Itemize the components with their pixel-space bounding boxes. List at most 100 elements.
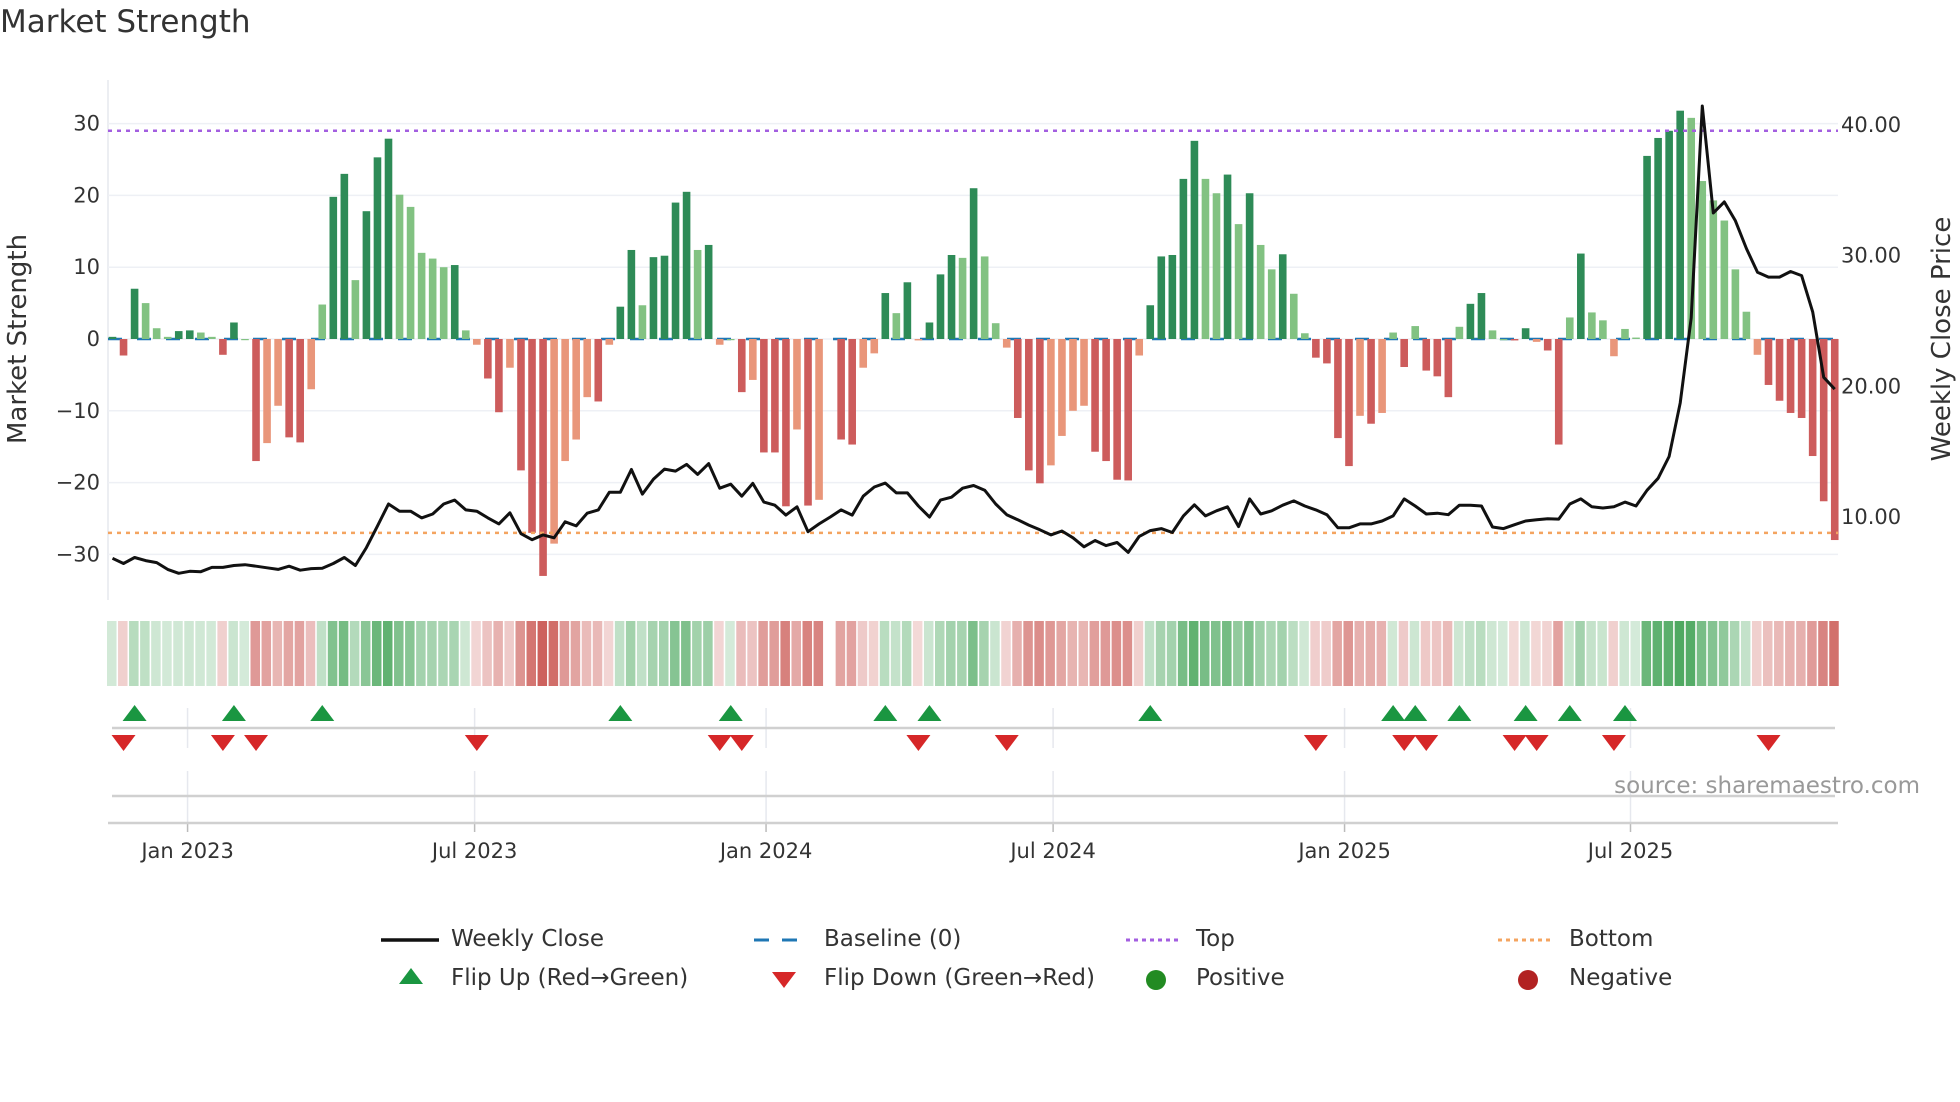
strength-bar (980, 256, 989, 339)
strength-bar (1444, 339, 1453, 398)
strength-bar (1621, 328, 1629, 339)
strength-strip-cell (1155, 621, 1166, 686)
strength-bar (638, 305, 647, 339)
strength-strip-cell (1707, 621, 1718, 686)
strength-bar (252, 339, 260, 462)
strength-bar (881, 293, 890, 339)
strength-bar (859, 339, 868, 368)
strength-strip-cell (1211, 621, 1221, 686)
flip-up-marker (1381, 705, 1406, 721)
strength-bar (506, 339, 514, 368)
strength-bar (704, 244, 713, 339)
strength-strip-cell (1531, 621, 1541, 686)
strength-strip-cell (1177, 621, 1188, 686)
strength-bar (274, 339, 282, 406)
flip-down-marker (1303, 735, 1328, 751)
strength-bar (749, 339, 757, 380)
strength-bar (406, 206, 415, 339)
strength-strip-cell (239, 621, 249, 686)
strength-strip-cell (217, 621, 227, 686)
strength-bar (119, 339, 128, 356)
strength-strip-cell (670, 621, 680, 686)
strength-bar (1610, 339, 1618, 357)
strength-bar (1554, 339, 1563, 445)
strength-bar (1565, 317, 1574, 339)
x-tick-label: Jul 2025 (1586, 839, 1673, 863)
strength-strip-cell (1398, 621, 1409, 686)
strength-bar (1256, 244, 1265, 339)
strength-bar (1113, 339, 1121, 480)
strength-bar (1168, 254, 1177, 339)
strength-bar (517, 339, 525, 471)
strength-strip-cell (1266, 621, 1276, 686)
flip-up-marker (1403, 705, 1428, 721)
strength-bar (1378, 339, 1386, 413)
strength-strip-cell (1343, 621, 1353, 686)
strength-strip-cell (1652, 621, 1663, 686)
strength-bar (428, 258, 437, 339)
strength-strip-cell (1001, 621, 1011, 686)
strength-strip-cell (416, 621, 426, 686)
right-axis-title: Weekly Close Price (1927, 217, 1957, 462)
strength-strip-cell (1575, 621, 1585, 686)
flip-down-marker (111, 735, 136, 751)
strength-bar (660, 255, 669, 339)
strength-strip-cell (1464, 621, 1475, 686)
strength-strip-cell (206, 621, 216, 686)
strength-strip-cell (725, 621, 735, 686)
market-strength-chart: 30 20 10 0 −10 −20 −30 40.00 30.00 20.00 10.00 Mark… (3, 80, 1957, 863)
strength-bar (1190, 140, 1199, 339)
strength-bar (340, 173, 349, 339)
strength-bar (583, 339, 592, 398)
strength-strip-cell (1520, 621, 1530, 686)
flip-up-marker (1513, 705, 1538, 721)
right-axis-tick-label: 20.00 (1841, 374, 1901, 398)
flip-down-marker (906, 735, 931, 751)
strength-bar (693, 249, 702, 339)
left-axis-tick-label: −10 (56, 399, 100, 423)
strength-bar (1356, 339, 1364, 416)
strength-strip-cell (1288, 621, 1298, 686)
strength-strip-cell (1718, 621, 1729, 686)
strength-strip-cell (1553, 621, 1563, 686)
flip-up-marker (917, 705, 942, 721)
flip-up-marker (1447, 705, 1472, 721)
flip-down-marker (1392, 735, 1417, 751)
strength-strip-cell (846, 621, 857, 686)
strength-strip-cell (1597, 621, 1607, 686)
strength-bar (1135, 339, 1144, 356)
strength-bar (1013, 339, 1022, 418)
flip-down-marker (244, 735, 269, 751)
flip-up-marker (1557, 705, 1582, 721)
strength-bar (815, 339, 823, 500)
strength-bar (925, 322, 934, 339)
strength-strip-cell (1696, 621, 1707, 686)
strength-strip-cell (1663, 621, 1674, 686)
strength-bar (495, 339, 503, 413)
strength-strip-cell (471, 621, 481, 686)
strength-strip-cell (1796, 621, 1806, 686)
strength-bar (1599, 320, 1607, 339)
strength-strip-cell (1475, 621, 1486, 686)
strength-strip-cell (1188, 621, 1199, 686)
strength-bar (1466, 303, 1475, 339)
strength-strip-cell (868, 621, 879, 686)
strength-bar (1002, 339, 1011, 348)
strength-strip-cell (1431, 621, 1442, 686)
strength-strip-cell (1641, 621, 1652, 686)
strength-bar (682, 191, 691, 339)
strength-bar (1389, 332, 1397, 339)
strength-strip-cell (935, 621, 945, 686)
strength-strip-cell (813, 621, 824, 686)
strength-bar (539, 339, 547, 576)
strength-strip-cell (1498, 621, 1508, 686)
strength-strip-cell (1299, 621, 1309, 686)
strength-bar (296, 339, 304, 443)
strength-strip-cell (1509, 621, 1519, 686)
strength-strip-cell (1630, 621, 1641, 686)
strength-bar (373, 157, 382, 339)
strength-bar (1047, 339, 1055, 466)
strength-bar (1433, 339, 1442, 377)
flip-up-marker (608, 705, 633, 721)
strength-bar (1786, 339, 1795, 413)
